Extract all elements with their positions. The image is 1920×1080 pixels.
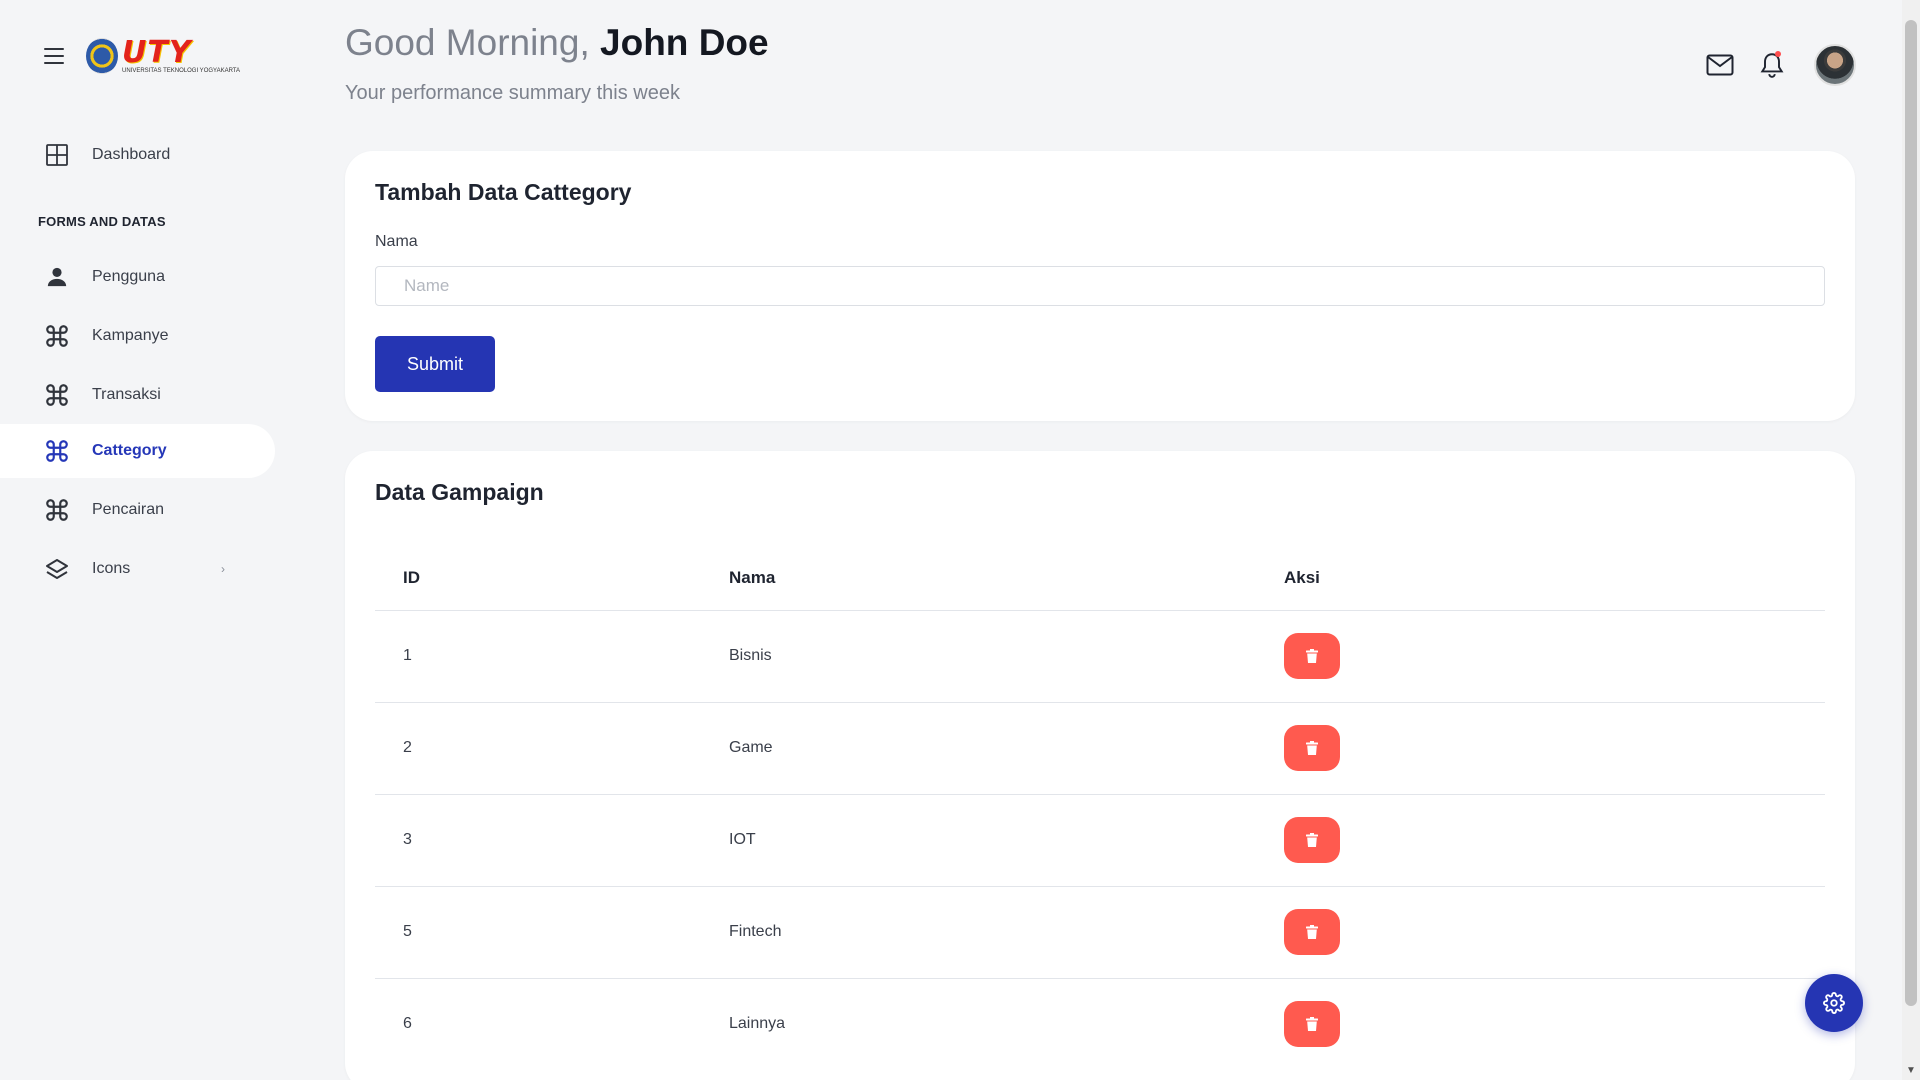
grid-icon <box>44 142 70 168</box>
delete-button[interactable] <box>1284 909 1340 955</box>
cell-nama: Bisnis <box>729 610 1284 703</box>
scrollbar[interactable]: ▼ <box>1902 0 1920 1080</box>
bell-icon[interactable] <box>1756 49 1788 81</box>
name-input[interactable] <box>375 266 1825 306</box>
card-title: Data Gampaign <box>375 479 544 505</box>
sidebar-item-icons[interactable]: Icons › <box>0 542 275 596</box>
table-header-row: ID Nama Aksi <box>375 546 1825 611</box>
logo-subtitle: UNIVERSITAS TEKNOLOGI YOGYAKARTA <box>122 68 241 74</box>
cell-nama: IOT <box>729 794 1284 887</box>
command-icon <box>44 497 70 523</box>
logo-word: UTY <box>122 35 192 70</box>
delete-button[interactable] <box>1284 725 1340 771</box>
trash-icon <box>1306 833 1318 847</box>
brand: UTY UNIVERSITAS TEKNOLOGI YOGYAKARTA <box>44 38 240 74</box>
delete-button[interactable] <box>1284 633 1340 679</box>
command-icon <box>44 438 70 464</box>
cell-id: 5 <box>375 886 729 979</box>
logo[interactable]: UTY UNIVERSITAS TEKNOLOGI YOGYAKARTA <box>86 38 240 74</box>
page-subtitle: Your performance summary this week <box>345 82 680 104</box>
settings-button[interactable] <box>1805 974 1863 1032</box>
sidebar-item-dashboard[interactable]: Dashboard <box>0 128 275 182</box>
trash-icon <box>1306 741 1318 755</box>
column-header-aksi: Aksi <box>1284 546 1825 611</box>
logo-seal <box>86 38 118 74</box>
sidebar: UTY UNIVERSITAS TEKNOLOGI YOGYAKARTA Das… <box>0 0 280 1080</box>
sidebar-item-pengguna[interactable]: Pengguna <box>0 250 275 304</box>
submit-button[interactable]: Submit <box>375 336 495 392</box>
greeting-prefix: Good Morning, <box>345 22 590 63</box>
cell-nama: Game <box>729 702 1284 795</box>
layers-icon <box>44 556 70 582</box>
section-heading: FORMS AND DATAS <box>38 214 166 229</box>
delete-button[interactable] <box>1284 1001 1340 1048</box>
cell-nama: Fintech <box>729 886 1284 979</box>
sidebar-item-label: Kampanye <box>92 327 169 344</box>
chevron-right-icon: › <box>221 562 225 576</box>
cell-id: 6 <box>403 1015 412 1033</box>
sidebar-item-kampanye[interactable]: Kampanye <box>0 309 275 363</box>
cell-id: 3 <box>375 794 729 887</box>
user-name: John Doe <box>600 22 769 63</box>
page-greeting: Good Morning, John Doe <box>345 22 769 64</box>
trash-icon <box>1306 925 1318 939</box>
name-field-label: Nama <box>375 233 418 250</box>
column-header-nama: Nama <box>729 546 1284 611</box>
sidebar-item-label: Icons <box>92 560 131 577</box>
trash-icon <box>1306 649 1318 663</box>
table-row: 2 Game <box>375 702 1825 795</box>
cell-nama: Lainnya <box>729 1015 786 1033</box>
sidebar-item-label: Transaksi <box>92 386 161 403</box>
hamburger-menu-icon[interactable] <box>44 48 64 64</box>
notification-dot <box>1775 51 1781 57</box>
table-row: 6 Lainnya <box>375 978 1825 1070</box>
delete-button[interactable] <box>1284 817 1340 863</box>
sidebar-item-label: Cattegory <box>92 442 167 459</box>
cell-id: 2 <box>375 702 729 795</box>
trash-icon <box>1306 1017 1318 1032</box>
gear-icon <box>1823 992 1845 1014</box>
sidebar-item-cattegory[interactable]: Cattegory <box>0 424 275 478</box>
card-title: Tambah Data Cattegory <box>375 179 632 205</box>
sidebar-item-transaksi[interactable]: Transaksi <box>0 368 275 422</box>
add-category-card: Tambah Data Cattegory Nama Submit <box>345 151 1855 421</box>
scroll-down-arrow-icon[interactable]: ▼ <box>1906 1065 1916 1076</box>
user-icon <box>44 264 70 290</box>
command-icon <box>44 382 70 408</box>
column-header-id: ID <box>375 546 729 611</box>
data-table-card: Data Gampaign ID Nama Aksi 1 Bisnis 2 Ga… <box>345 451 1855 1080</box>
table-row: 3 IOT <box>375 794 1825 887</box>
sidebar-item-label: Pengguna <box>92 268 165 285</box>
scrollbar-thumb[interactable] <box>1905 20 1917 1006</box>
command-icon <box>44 323 70 349</box>
sidebar-item-label: Pencairan <box>92 501 165 518</box>
category-table: ID Nama Aksi 1 Bisnis 2 Game 3 IOT 5 Fin… <box>375 546 1825 1070</box>
table-row: 1 Bisnis <box>375 610 1825 703</box>
header-actions <box>1684 44 1856 86</box>
mail-icon[interactable] <box>1704 49 1736 81</box>
sidebar-item-pencairan[interactable]: Pencairan <box>0 483 275 537</box>
sidebar-item-label: Dashboard <box>92 146 171 163</box>
table-row: 5 Fintech <box>375 886 1825 979</box>
cell-id: 1 <box>375 610 729 703</box>
avatar[interactable] <box>1814 44 1856 86</box>
